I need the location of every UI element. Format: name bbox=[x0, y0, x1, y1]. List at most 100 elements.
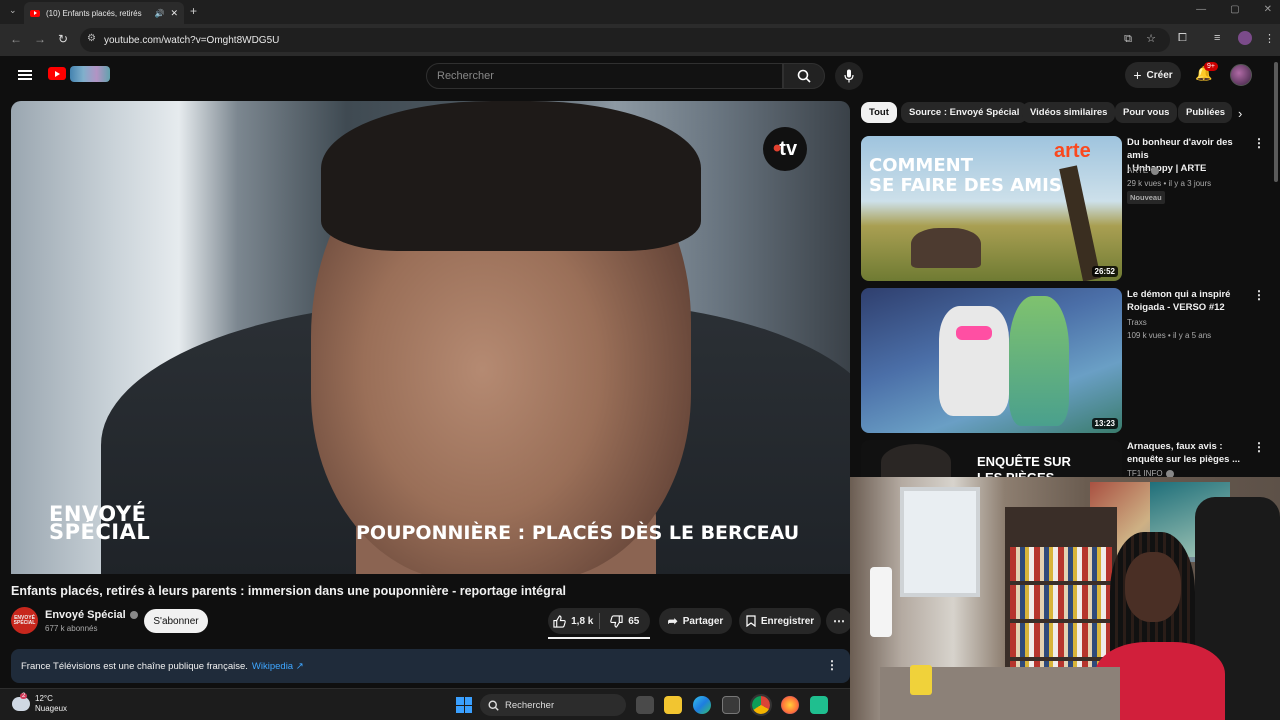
windows-start-icon[interactable] bbox=[456, 697, 472, 713]
chip-for-you[interactable]: Pour vous bbox=[1115, 102, 1178, 123]
video-duration: 26:52 bbox=[1091, 266, 1118, 277]
channel-name[interactable]: Envoyé Spécial bbox=[45, 609, 138, 621]
new-badge: Nouveau bbox=[1127, 191, 1165, 204]
site-info-icon[interactable]: ⚙ bbox=[87, 33, 96, 44]
share-button[interactable]: ➦ Partager bbox=[659, 608, 732, 634]
like-ratio-bar bbox=[548, 637, 650, 639]
tab-list-icon[interactable]: ⌄ bbox=[9, 5, 17, 16]
search-input[interactable]: Rechercher bbox=[426, 63, 783, 89]
task-view-icon[interactable] bbox=[636, 696, 654, 714]
browser-tab-active[interactable]: (10) Enfants placés, retirés 🔊 ✕ bbox=[24, 2, 184, 24]
video-frame-subject-hair bbox=[321, 101, 701, 251]
close-window-icon[interactable]: ✕ bbox=[1264, 4, 1272, 15]
browser-tab-strip: ⌄ (10) Enfants placés, retirés 🔊 ✕ + — ▢… bbox=[0, 0, 1280, 24]
verified-icon bbox=[1151, 166, 1160, 175]
tab-title: (10) Enfants placés, retirés bbox=[46, 8, 142, 18]
page-scrollbar[interactable] bbox=[1274, 62, 1278, 182]
youtube-logo-icon[interactable] bbox=[48, 67, 66, 80]
search-icon bbox=[488, 699, 499, 711]
webcam-manga-row bbox=[1010, 623, 1112, 657]
channel-avatar[interactable]: ENVOYÉ SPÉCIAL bbox=[11, 607, 38, 634]
create-button[interactable]: + Créer bbox=[1125, 62, 1181, 88]
chips-next-chevron-icon[interactable]: › bbox=[1238, 106, 1242, 121]
webcam-manga-row bbox=[1010, 585, 1112, 619]
file-explorer-icon[interactable] bbox=[664, 696, 682, 714]
media-control-icon[interactable]: ≡ bbox=[1214, 32, 1220, 44]
windows-taskbar: 2 12°C Nuageux Rechercher bbox=[0, 688, 850, 720]
chip-published[interactable]: Publiées bbox=[1178, 102, 1232, 123]
dislike-button[interactable]: 65 bbox=[600, 608, 651, 634]
back-icon[interactable]: ← bbox=[10, 32, 22, 46]
weather-widget[interactable]: 2 12°C Nuageux bbox=[12, 693, 67, 714]
extensions-icon[interactable]: ⧠ bbox=[1178, 32, 1187, 45]
webcam-streamer-face bbox=[1125, 552, 1181, 622]
video-player[interactable]: • tv ENVOYÉ SPÉCIAL POUPONNIÈRE : PLACÉS … bbox=[11, 101, 850, 574]
recommendation-channel-2[interactable]: Traxs bbox=[1127, 318, 1147, 327]
firefox-icon[interactable] bbox=[781, 696, 799, 714]
webcam-yellow-cup bbox=[910, 665, 932, 695]
recommendation-title-2[interactable]: Le démon qui a inspiré Roigada - VERSO #… bbox=[1127, 288, 1252, 314]
voice-search-button[interactable] bbox=[835, 62, 863, 90]
recommendation-channel-1[interactable]: ARTE bbox=[1127, 166, 1160, 175]
recommendation-thumbnail-3[interactable]: ENQUÊTE SUR LES PIÈGES bbox=[861, 440, 1122, 480]
info-panel-menu-icon[interactable]: ⋮ bbox=[826, 658, 838, 672]
recommendation-thumbnail-1[interactable]: COMMENT SE FAIRE DES AMIS ? arte 26:52 bbox=[861, 136, 1122, 281]
subscribe-button[interactable]: S'abonner bbox=[144, 609, 208, 633]
recommendation-meta-1: 29 k vues • il y a 3 jours bbox=[1127, 179, 1212, 188]
recommendation-title-3[interactable]: Arnaques, faux avis : enquête sur les pi… bbox=[1127, 440, 1252, 466]
reload-icon[interactable]: ↻ bbox=[58, 32, 68, 46]
browser-toolbar: ← → ↻ ⚙ youtube.com/watch?v=Omght8WDG5U … bbox=[0, 24, 1280, 56]
recommendation-menu-icon[interactable]: ⋮ bbox=[1253, 288, 1265, 302]
store-icon[interactable] bbox=[722, 696, 740, 714]
thumbnail-character-eyes bbox=[956, 326, 992, 340]
address-bar[interactable]: ⚙ youtube.com/watch?v=Omght8WDG5U ⧉ ☆ bbox=[80, 28, 1170, 52]
recommendation-menu-icon[interactable]: ⋮ bbox=[1253, 136, 1265, 150]
close-tab-icon[interactable]: ✕ bbox=[170, 8, 178, 19]
cloud-icon: 2 bbox=[12, 693, 30, 711]
bookmark-icon bbox=[746, 615, 756, 627]
save-button[interactable]: Enregistrer bbox=[739, 608, 821, 634]
search-icon bbox=[797, 69, 811, 83]
chrome-icon[interactable] bbox=[750, 694, 772, 716]
thumbnail-hooded-figure bbox=[881, 444, 951, 480]
recommendation-thumbnail-2[interactable]: 13:23 bbox=[861, 288, 1122, 433]
browser-menu-icon[interactable]: ⋮ bbox=[1264, 32, 1275, 45]
youtube-doodle[interactable] bbox=[70, 66, 110, 82]
menu-icon[interactable] bbox=[18, 70, 32, 80]
chip-source[interactable]: Source : Envoyé Spécial bbox=[901, 102, 1028, 123]
app-icon[interactable] bbox=[810, 696, 828, 714]
weather-badge: 2 bbox=[20, 693, 28, 699]
audio-icon[interactable]: 🔊 bbox=[154, 9, 164, 18]
search-button[interactable] bbox=[783, 63, 825, 89]
maximize-icon[interactable]: ▢ bbox=[1230, 4, 1239, 15]
youtube-favicon-icon bbox=[30, 9, 40, 17]
like-button[interactable]: 1,8 k bbox=[548, 608, 599, 634]
taskbar-search[interactable]: Rechercher bbox=[480, 694, 626, 716]
forward-icon[interactable]: → bbox=[34, 32, 46, 46]
streamer-webcam bbox=[850, 477, 1280, 720]
thumbnail-character-white bbox=[939, 306, 1009, 416]
chip-all[interactable]: Tout bbox=[861, 102, 897, 123]
create-label: Créer bbox=[1146, 69, 1173, 81]
wikipedia-link[interactable]: Wikipedia ↗ bbox=[252, 661, 304, 672]
notifications-badge: 9+ bbox=[1204, 62, 1218, 71]
thumbs-down-icon bbox=[610, 614, 623, 628]
envoye-special-logo: ENVOYÉ SPÉCIAL bbox=[49, 502, 151, 544]
edge-icon[interactable] bbox=[693, 696, 711, 714]
account-avatar[interactable] bbox=[1230, 64, 1252, 86]
profile-icon[interactable] bbox=[1238, 31, 1252, 45]
chip-similar[interactable]: Vidéos similaires bbox=[1022, 102, 1116, 123]
install-app-icon[interactable]: ⧉ bbox=[1124, 33, 1132, 46]
more-actions-icon[interactable]: ⋯ bbox=[826, 608, 852, 634]
new-tab-icon[interactable]: + bbox=[190, 4, 197, 18]
webcam-manga-row bbox=[1010, 547, 1112, 581]
window-controls: — ▢ ✕ bbox=[1196, 4, 1272, 15]
bookmark-star-icon[interactable]: ☆ bbox=[1146, 32, 1156, 45]
thumbnail-people bbox=[911, 228, 981, 268]
minimize-icon[interactable]: — bbox=[1196, 4, 1206, 15]
thumbnail-character-green bbox=[1009, 296, 1069, 426]
arte-logo: arte bbox=[1054, 140, 1091, 162]
subscriber-count: 677 k abonnés bbox=[45, 624, 98, 633]
info-panel-text: France Télévisions est une chaîne publiq… bbox=[21, 660, 248, 672]
recommendation-menu-icon[interactable]: ⋮ bbox=[1253, 440, 1265, 454]
